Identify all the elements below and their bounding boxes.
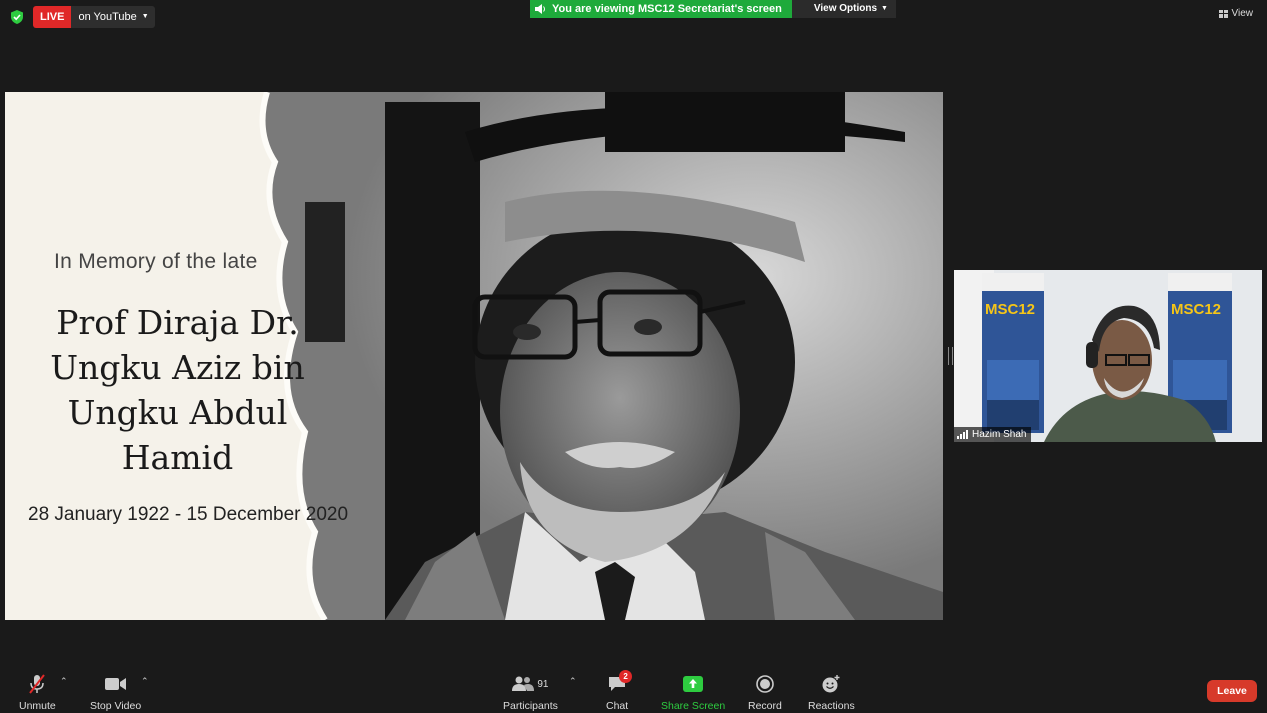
view-label: View <box>1231 8 1254 19</box>
unmute-label: Unmute <box>19 700 56 712</box>
view-options-label: View Options <box>813 3 878 14</box>
record-label: Record <box>748 700 782 712</box>
leave-button[interactable]: Leave <box>1207 680 1257 702</box>
muted-mic-icon <box>28 674 46 694</box>
record-icon <box>756 674 774 694</box>
chat-unread-badge: 2 <box>619 670 633 683</box>
shield-check-icon[interactable] <box>10 10 24 24</box>
name-line: Ungku Aziz bin <box>50 348 305 387</box>
view-options-button[interactable]: View Options ▼ <box>791 0 896 18</box>
viewing-notice: You are viewing MSC12 Secretariat's scre… <box>530 0 792 18</box>
name-line: Prof Diraja Dr. <box>56 303 299 342</box>
name-line: Hamid <box>121 438 234 477</box>
live-target-label: on YouTube <box>78 11 137 23</box>
participants-label: Participants <box>503 700 558 712</box>
life-dates: 28 January 1922 - 15 December 2020 <box>28 504 349 525</box>
view-layout-button[interactable]: View <box>1218 8 1254 19</box>
signal-strength-icon <box>957 430 968 439</box>
audio-options-caret[interactable]: ⌃ <box>60 676 68 687</box>
banner-title: MSC12 <box>1171 301 1221 318</box>
share-screen-label: Share Screen <box>661 700 726 712</box>
banner-title: MSC12 <box>985 301 1035 318</box>
participants-options-caret[interactable]: ⌃ <box>569 676 577 687</box>
chat-label: Chat <box>606 700 629 712</box>
honoree-name: Prof Diraja Dr. Ungku Aziz bin Ungku Abd… <box>5 300 350 480</box>
name-line: Ungku Abdul <box>67 393 288 432</box>
memory-line: In Memory of the late <box>54 250 258 273</box>
participant-name-tag: Hazim Shah <box>954 427 1032 442</box>
record-button[interactable]: Record <box>748 674 782 712</box>
meeting-top-bar: LIVE on YouTube ▼ You are viewing MSC12 … <box>0 0 1267 34</box>
stop-video-label: Stop Video <box>90 700 142 712</box>
screen-share-banner: You are viewing MSC12 Secretariat's scre… <box>530 0 896 18</box>
participants-icon: 91 <box>512 674 548 694</box>
chevron-down-icon: ▼ <box>881 5 888 12</box>
chat-bubble-icon: 2 <box>608 670 633 694</box>
smiley-plus-icon <box>821 674 841 694</box>
chevron-down-icon: ▼ <box>141 13 149 20</box>
participants-button[interactable]: 91 Participants <box>503 674 558 712</box>
speaker-icon <box>535 4 545 14</box>
stop-video-button[interactable]: Stop Video <box>90 674 141 712</box>
chat-button[interactable]: 2 Chat <box>606 670 633 712</box>
live-stream-menu[interactable]: on YouTube ▼ <box>71 6 155 28</box>
participant-video-tile[interactable]: MSC12 MSC12 Hazim Shah <box>954 270 1262 442</box>
participant-video-feed: MSC12 MSC12 <box>954 270 1262 442</box>
video-camera-icon <box>104 674 127 694</box>
viewing-text: You are viewing MSC12 Secretariat's scre… <box>552 3 782 15</box>
resize-handle[interactable] <box>948 347 953 365</box>
unmute-button[interactable]: Unmute <box>19 674 56 712</box>
share-screen-icon <box>683 674 704 694</box>
share-screen-button[interactable]: Share Screen <box>661 674 725 712</box>
live-stream-control[interactable]: LIVE on YouTube ▼ <box>33 6 155 28</box>
participant-name: Hazim Shah <box>972 429 1027 440</box>
video-options-caret[interactable]: ⌃ <box>141 676 149 687</box>
live-badge: LIVE <box>33 6 72 28</box>
meeting-toolbar: Unmute ⌃ Stop Video ⌃ 91 Participants ⌃ … <box>0 668 1267 713</box>
reactions-button[interactable]: Reactions <box>808 674 855 712</box>
shared-screen: In Memory of the late Prof Diraja Dr. Un… <box>5 92 943 620</box>
grid-icon <box>1218 9 1228 18</box>
memorial-text: In Memory of the late Prof Diraja Dr. Un… <box>5 92 365 620</box>
reactions-label: Reactions <box>808 700 855 712</box>
participants-count: 91 <box>537 678 549 690</box>
